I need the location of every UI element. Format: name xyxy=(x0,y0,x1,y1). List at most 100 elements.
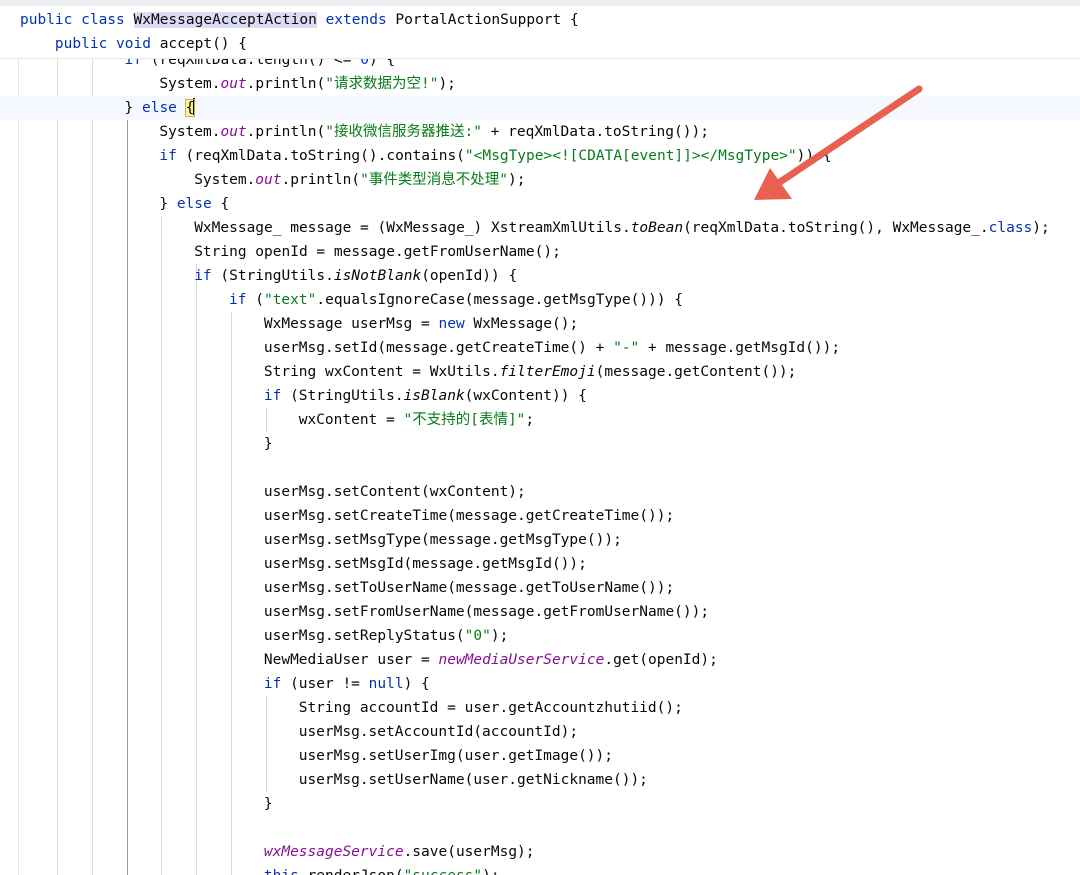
code-line[interactable]: userMsg.setMsgType(message.getMsgType())… xyxy=(264,528,622,552)
code-line[interactable]: System.out.println("事件类型消息不处理"); xyxy=(194,168,525,192)
code-line[interactable]: wxMessageService.save(userMsg); xyxy=(264,840,535,864)
code-line[interactable]: userMsg.setCreateTime(message.getCreateT… xyxy=(264,504,674,528)
code-token: (wxContent)) { xyxy=(464,388,587,404)
code-token: filterEmoji xyxy=(499,364,596,380)
code-token: wxMessageService xyxy=(263,844,404,860)
code-line[interactable]: userMsg.setContent(wxContent); xyxy=(264,480,526,504)
indent-guide xyxy=(91,48,93,875)
code-token: WxMessage userMsg = xyxy=(263,316,439,332)
code-token: ) { xyxy=(403,676,430,692)
code-line[interactable]: WxMessage_ message = (WxMessage_) Xstrea… xyxy=(194,216,1050,240)
code-token: (user != xyxy=(281,676,369,692)
code-token: extends xyxy=(325,12,387,28)
code-token: ); xyxy=(490,628,509,644)
code-line[interactable]: } else { xyxy=(0,96,1080,120)
code-token: newMediaUserService xyxy=(438,652,605,668)
code-token: } xyxy=(124,100,142,116)
code-line[interactable]: } else { xyxy=(159,192,229,216)
text-caret xyxy=(193,98,196,115)
code-token: "不支持的[表情]" xyxy=(403,412,526,428)
code-token: String openId = message.getFromUserName(… xyxy=(194,244,561,260)
code-token: )) { xyxy=(796,148,832,164)
code-line[interactable]: wxContent = "不支持的[表情]"; xyxy=(299,408,534,432)
code-line[interactable]: String wxContent = WxUtils.filterEmoji(m… xyxy=(264,360,797,384)
code-token: .equalsIgnoreCase(message.getMsgType()))… xyxy=(316,292,684,308)
code-token: userMsg.setMsgId(message.getMsgId()); xyxy=(263,556,587,572)
code-token: + reqXmlData.toString()); xyxy=(481,124,709,140)
editor-top-border xyxy=(0,0,1080,6)
code-token: WxMessageAcceptAction xyxy=(133,12,317,28)
code-line[interactable]: if (StringUtils.isNotBlank(openId)) { xyxy=(194,264,517,288)
code-line[interactable]: userMsg.setFromUserName(message.getFromU… xyxy=(264,600,709,624)
code-token: .renderJson( xyxy=(299,868,404,875)
code-token: public void xyxy=(20,36,160,52)
indent-guide xyxy=(265,696,267,792)
code-token: accept xyxy=(159,36,213,52)
code-line[interactable]: } xyxy=(264,792,273,816)
code-line[interactable]: userMsg.setUserImg(user.getImage()); xyxy=(299,744,613,768)
code-line[interactable]: System.out.println("请求数据为空!"); xyxy=(159,72,456,96)
code-token: .println( xyxy=(246,76,326,92)
code-line[interactable]: userMsg.setId(message.getCreateTime() + … xyxy=(264,336,840,360)
code-area[interactable]: if (reqXmlData.length() <= 0) {System.ou… xyxy=(0,0,1080,875)
code-token: toBean xyxy=(630,220,684,236)
sticky-method-declaration[interactable]: public void accept() { xyxy=(20,33,247,55)
code-line[interactable]: if (StringUtils.isBlank(wxContent)) { xyxy=(264,384,587,408)
code-token: if xyxy=(194,268,212,284)
code-token: out xyxy=(255,172,282,188)
code-token: else xyxy=(176,196,212,212)
code-line[interactable]: WxMessage userMsg = new WxMessage(); xyxy=(264,312,578,336)
indent-guide xyxy=(231,312,233,875)
code-token: (StringUtils. xyxy=(211,268,334,284)
code-line[interactable]: } xyxy=(264,432,273,456)
code-line[interactable]: String openId = message.getFromUserName(… xyxy=(194,240,561,264)
code-token: .get(openId); xyxy=(604,652,718,668)
code-token: System. xyxy=(159,124,221,140)
code-token: this xyxy=(264,868,299,875)
indent-guide xyxy=(161,216,163,875)
code-line[interactable]: userMsg.setToUserName(message.getToUserN… xyxy=(264,576,674,600)
code-token: "事件类型消息不处理" xyxy=(360,172,509,188)
code-token: "0" xyxy=(464,628,491,644)
code-token: userMsg.setContent(wxContent); xyxy=(263,484,526,500)
code-editor[interactable]: if (reqXmlData.length() <= 0) {System.ou… xyxy=(0,0,1080,875)
code-token: () { xyxy=(212,36,247,52)
code-line[interactable]: userMsg.setReplyStatus("0"); xyxy=(264,624,508,648)
code-token: .println( xyxy=(246,124,326,140)
code-token: ); xyxy=(482,868,499,875)
code-line[interactable]: System.out.println("接收微信服务器推送:" + reqXml… xyxy=(159,120,709,144)
code-token: String wxContent = WxUtils. xyxy=(263,364,500,380)
code-token: "text" xyxy=(263,292,317,308)
code-line[interactable]: if (reqXmlData.toString().contains("<Msg… xyxy=(159,144,831,168)
code-token: userMsg.setAccountId(accountId); xyxy=(298,724,579,740)
code-line[interactable]: String accountId = user.getAccountzhutii… xyxy=(299,696,683,720)
code-line[interactable]: if (user != null) { xyxy=(264,672,430,696)
code-token: null xyxy=(368,676,404,692)
code-line[interactable]: userMsg.setUserName(user.getNickname()); xyxy=(299,768,648,792)
code-line[interactable]: userMsg.setAccountId(accountId); xyxy=(299,720,578,744)
code-token: .println( xyxy=(281,172,361,188)
code-token: { xyxy=(211,196,230,212)
code-token: } xyxy=(159,196,177,212)
code-token: WxMessage_ message = (WxMessage_) Xstrea… xyxy=(194,220,631,236)
code-token: ( xyxy=(246,292,264,308)
code-line[interactable]: this.renderJson("success"); xyxy=(264,864,500,875)
code-token: isNotBlank xyxy=(333,268,422,284)
sticky-scroll-header[interactable]: public class WxMessageAcceptAction exten… xyxy=(0,0,1080,59)
code-token: userMsg.setReplyStatus( xyxy=(263,628,465,644)
code-token: System. xyxy=(159,76,221,92)
code-token: "<MsgType><![CDATA[event]]></MsgType>" xyxy=(464,148,797,164)
code-token: wxContent = xyxy=(298,412,404,428)
code-token: userMsg.setUserImg(user.getImage()); xyxy=(298,748,613,764)
code-token: new xyxy=(438,316,465,332)
code-line[interactable]: if ("text".equalsIgnoreCase(message.getM… xyxy=(229,288,683,312)
code-line[interactable]: NewMediaUser user = newMediaUserService.… xyxy=(264,648,718,672)
indent-guide xyxy=(265,408,267,432)
code-token: userMsg.setFromUserName(message.getFromU… xyxy=(263,604,710,620)
code-token: "-" xyxy=(613,340,640,356)
code-line[interactable]: userMsg.setMsgId(message.getMsgId()); xyxy=(264,552,587,576)
sticky-class-declaration[interactable]: public class WxMessageAcceptAction exten… xyxy=(20,9,579,31)
code-token: ); xyxy=(1032,220,1050,236)
code-token: "接收微信服务器推送:" xyxy=(325,124,482,140)
